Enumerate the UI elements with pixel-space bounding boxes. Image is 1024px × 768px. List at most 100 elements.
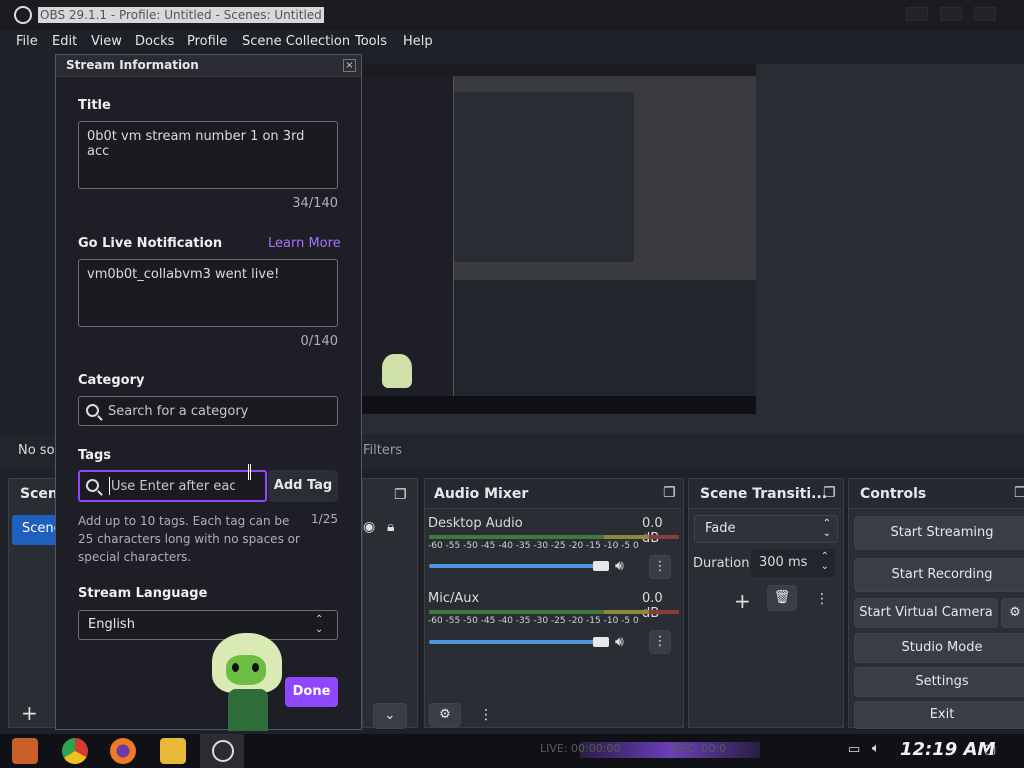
chevron-down-icon[interactable]: ⌄ bbox=[373, 703, 407, 729]
title-char-count: 34/140 bbox=[292, 196, 338, 211]
network-icon[interactable]: ▭ bbox=[848, 742, 860, 757]
no-source-label: No so bbox=[18, 443, 55, 458]
audio-mixer-title: Audio Mixer bbox=[434, 486, 529, 502]
maximize-button[interactable] bbox=[940, 7, 962, 21]
close-window-button[interactable] bbox=[974, 7, 996, 21]
volume-slider[interactable] bbox=[429, 564, 599, 568]
preview-footer bbox=[362, 414, 1024, 434]
gear-icon[interactable]: ⚙ bbox=[1001, 598, 1024, 628]
preview-background bbox=[756, 64, 1024, 414]
search-icon bbox=[86, 404, 99, 417]
add-tag-button[interactable]: Add Tag bbox=[268, 470, 338, 502]
volume-slider-handle[interactable] bbox=[593, 637, 609, 647]
add-transition-icon[interactable]: + bbox=[734, 589, 751, 613]
scene-transitions-title: Scene Transiti... bbox=[700, 486, 828, 502]
scene-transitions-dock: Scene Transiti... ❐ Fade ⌃ ⌄ Duration 300… bbox=[688, 478, 844, 728]
tags-count: 1/25 bbox=[311, 512, 338, 526]
start-menu-icon[interactable] bbox=[12, 738, 38, 764]
more-options-icon[interactable]: ⋮ bbox=[815, 591, 829, 607]
close-icon[interactable]: × bbox=[343, 59, 356, 72]
stream-language-label: Stream Language bbox=[78, 586, 208, 601]
notification-char-count: 0/140 bbox=[300, 334, 338, 349]
menu-file[interactable]: File bbox=[16, 34, 38, 49]
taskbar: LIVE: 00:00:00 REC: 00:0 ▭ 🔈︎ 12:19 AM ▢ bbox=[0, 734, 1024, 768]
program-preview[interactable] bbox=[362, 64, 756, 414]
channel-db: 0.0 dB bbox=[642, 591, 663, 621]
volume-slider-handle[interactable] bbox=[593, 561, 609, 571]
duration-label: Duration bbox=[693, 556, 750, 571]
category-label: Category bbox=[78, 373, 145, 388]
speaker-icon[interactable]: 🔊︎ bbox=[615, 634, 624, 650]
firefox-icon[interactable] bbox=[110, 738, 136, 764]
text-cursor-icon bbox=[248, 464, 251, 480]
speaker-icon[interactable]: 🔊︎ bbox=[615, 558, 624, 574]
more-options-icon[interactable]: ⋮ bbox=[649, 630, 671, 654]
rec-status: REC: 00:0 bbox=[672, 742, 727, 755]
sources-dock: ❐ ◉ 🔒︎ ⌄ bbox=[362, 478, 418, 729]
menu-docks[interactable]: Docks bbox=[135, 34, 174, 49]
minimize-button[interactable] bbox=[906, 7, 928, 21]
menu-scene-collection[interactable]: Scene Collection bbox=[242, 34, 350, 49]
live-status: LIVE: 00:00:00 bbox=[540, 742, 621, 755]
volume-icon[interactable]: 🔈︎ bbox=[872, 741, 880, 756]
title-bar: OBS 29.1.1 - Profile: Untitled - Scenes:… bbox=[0, 0, 1024, 30]
menu-view[interactable]: View bbox=[91, 34, 122, 49]
mascot-image bbox=[208, 633, 288, 731]
start-virtual-camera-button[interactable]: Start Virtual Camera bbox=[854, 598, 998, 628]
file-explorer-icon[interactable] bbox=[160, 738, 186, 764]
obs-taskbar-item[interactable] bbox=[200, 734, 244, 768]
menu-edit[interactable]: Edit bbox=[52, 34, 77, 49]
channel-name: Desktop Audio bbox=[428, 516, 523, 531]
window-title: OBS 29.1.1 - Profile: Untitled - Scenes:… bbox=[38, 7, 324, 23]
channel-db: 0.0 dB bbox=[642, 516, 663, 546]
clock[interactable]: 12:19 AM bbox=[900, 739, 995, 760]
start-streaming-button[interactable]: Start Streaming bbox=[854, 516, 1024, 550]
duration-input[interactable]: 300 ms ⌃ ⌄ bbox=[751, 549, 835, 577]
notifications-icon[interactable]: ▢ bbox=[984, 742, 996, 757]
scene-item[interactable]: Scene bbox=[12, 515, 62, 545]
category-search-input[interactable]: Search for a category bbox=[78, 396, 338, 426]
title-textarea[interactable]: 0b0t vm stream number 1 on 3rd acc bbox=[78, 121, 338, 189]
scenes-dock: Scen Scene + bbox=[8, 478, 62, 728]
spin-arrows-icon: ⌃ ⌄ bbox=[822, 518, 831, 539]
notification-textarea[interactable]: vm0b0t_collabvm3 went live! bbox=[78, 259, 338, 327]
menu-profile[interactable]: Profile bbox=[187, 34, 227, 49]
volume-meter bbox=[429, 610, 679, 614]
visibility-eye-icon[interactable]: ◉ bbox=[363, 519, 375, 535]
audio-mixer-dock: Audio Mixer ❐ Desktop Audio 0.0 dB -60 -… bbox=[424, 478, 684, 728]
more-options-icon[interactable]: ⋮ bbox=[649, 555, 671, 579]
stream-information-dialog: Stream Information × Title 0b0t vm strea… bbox=[55, 54, 362, 731]
gear-icon[interactable]: ⚙ bbox=[429, 703, 461, 727]
chrome-icon[interactable] bbox=[62, 738, 88, 764]
menu-help[interactable]: Help bbox=[403, 34, 433, 49]
dock-undock-icon[interactable]: ❐ bbox=[1014, 485, 1024, 501]
volume-meter bbox=[429, 535, 679, 539]
tags-label: Tags bbox=[78, 448, 112, 463]
settings-button[interactable]: Settings bbox=[854, 667, 1024, 697]
scenes-title: Scen bbox=[20, 486, 58, 502]
go-live-notification-label: Go Live Notification bbox=[78, 236, 223, 251]
tags-help-text: Add up to 10 tags. Each tag can be 25 ch… bbox=[78, 514, 300, 564]
lock-icon[interactable]: 🔒︎ bbox=[387, 519, 394, 535]
exit-button[interactable]: Exit bbox=[854, 701, 1024, 729]
transition-select[interactable]: Fade ⌃ ⌄ bbox=[694, 515, 838, 543]
menu-tools[interactable]: Tools bbox=[355, 34, 387, 49]
more-options-icon[interactable]: ⋮ bbox=[479, 707, 493, 723]
trash-icon[interactable]: 🗑︎ bbox=[767, 585, 797, 611]
volume-slider[interactable] bbox=[429, 640, 599, 644]
dock-undock-icon[interactable]: ❐ bbox=[394, 487, 407, 503]
studio-mode-button[interactable]: Studio Mode bbox=[854, 633, 1024, 663]
search-icon bbox=[86, 479, 99, 492]
filters-button[interactable]: Filters bbox=[363, 443, 402, 458]
learn-more-link[interactable]: Learn More bbox=[268, 236, 341, 251]
spin-arrows-icon: ⌃ ⌄ bbox=[820, 551, 829, 572]
tags-input[interactable]: Use Enter after each bbox=[78, 470, 267, 502]
controls-title: Controls bbox=[860, 486, 927, 502]
menu-bar: File Edit View Docks Profile Scene Colle… bbox=[0, 30, 1024, 54]
dialog-title: Stream Information bbox=[66, 58, 199, 72]
add-scene-icon[interactable]: + bbox=[21, 703, 38, 723]
start-recording-button[interactable]: Start Recording bbox=[854, 558, 1024, 592]
dock-undock-icon[interactable]: ❐ bbox=[663, 485, 676, 501]
done-button[interactable]: Done bbox=[285, 677, 338, 707]
dock-undock-icon[interactable]: ❐ bbox=[823, 485, 836, 501]
